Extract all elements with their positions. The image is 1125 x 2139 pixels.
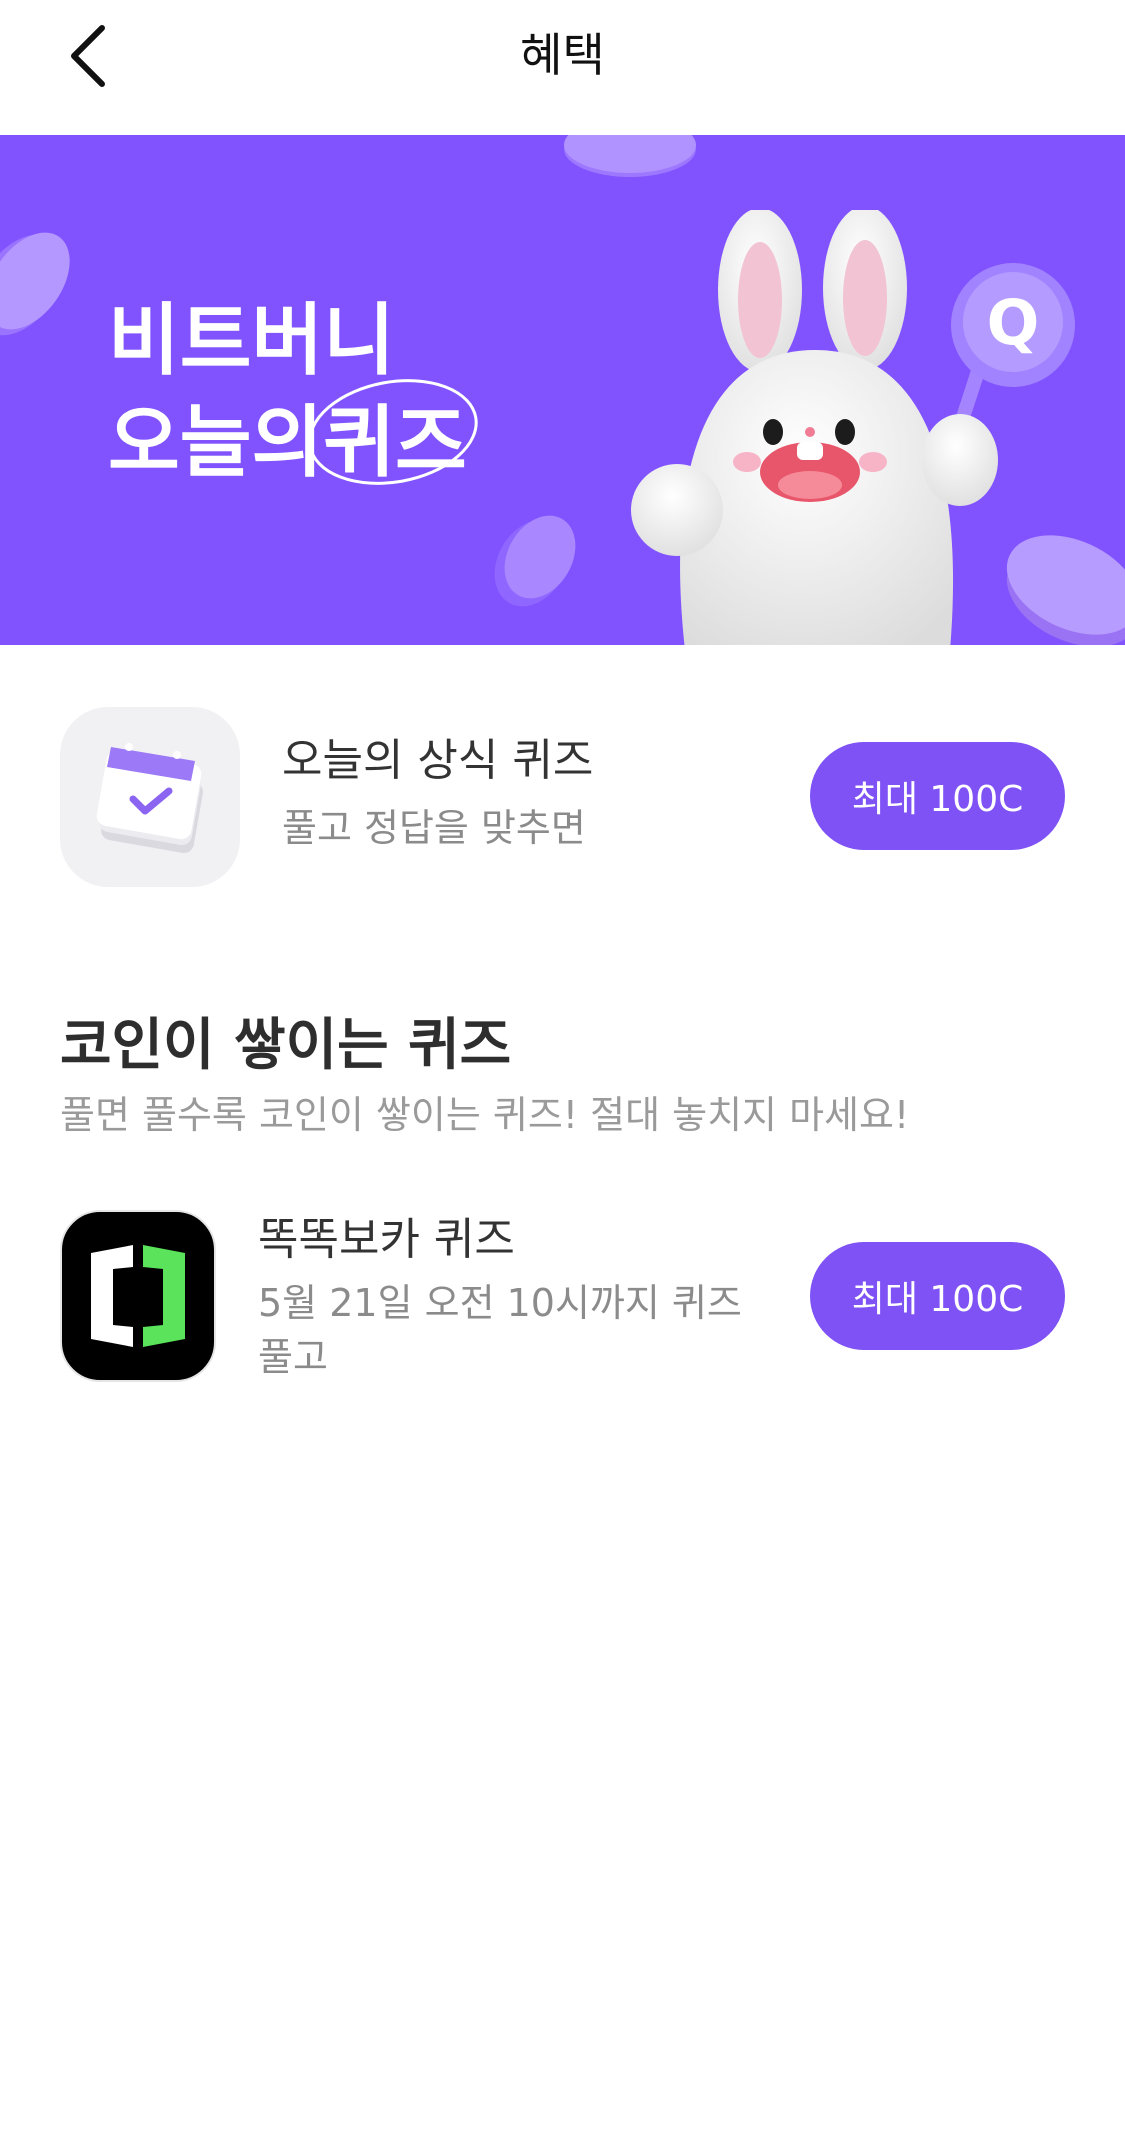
daily-quiz-item[interactable]: 오늘의 상식 퀴즈 풀고 정답을 맞추면 최대 100C (0, 707, 1125, 887)
banner-title-line2: 오늘의 퀴즈 (108, 379, 478, 494)
coin-quiz-item[interactable]: 똑똑보카 퀴즈 5월 21일 오전 10시까지 퀴즈 풀고 최대 100C (0, 1210, 1125, 1382)
daily-quiz-subtitle: 풀고 정답을 맞추면 (282, 806, 586, 850)
coin-decoration (564, 135, 696, 177)
section-subtitle: 풀면 풀수록 코인이 쌓이는 퀴즈! 절대 놓치지 마세요! (60, 1093, 910, 1137)
daily-quiz-reward-button[interactable]: 최대 100C (810, 742, 1065, 850)
bunny-mascot-icon: Q (631, 210, 1075, 645)
coin-quiz-subtitle-line1: 5월 21일 오전 10시까지 퀴즈 (258, 1281, 742, 1325)
section-title: 코인이 쌓이는 퀴즈 (60, 1013, 512, 1078)
coin-quiz-subtitle: 5월 21일 오전 10시까지 퀴즈 풀고 (258, 1276, 778, 1384)
sign-letter: Q (987, 286, 1040, 359)
coin-quiz-subtitle-line2: 풀고 (258, 1335, 328, 1379)
calendar-check-icon (60, 707, 240, 887)
coin-decoration (494, 515, 576, 607)
ttokttok-voca-app-icon (60, 1210, 216, 1382)
banner-title-prefix: 오늘의 (108, 398, 324, 488)
coin-decoration (0, 232, 70, 336)
daily-quiz-title: 오늘의 상식 퀴즈 (282, 735, 594, 786)
coin-quiz-reward-button[interactable]: 최대 100C (810, 1242, 1065, 1350)
oval-outline-icon (308, 379, 478, 485)
page-title: 혜택 (520, 28, 605, 82)
top-bar: 혜택 (0, 0, 1125, 135)
banner-title: 비트버니 오늘의 퀴즈 (108, 290, 478, 494)
coin-quiz-title: 똑똑보카 퀴즈 (258, 1214, 515, 1265)
banner-title-highlight: 퀴즈 (308, 379, 478, 494)
quiz-promo-banner[interactable]: 비트버니 오늘의 퀴즈 Q (0, 135, 1125, 645)
